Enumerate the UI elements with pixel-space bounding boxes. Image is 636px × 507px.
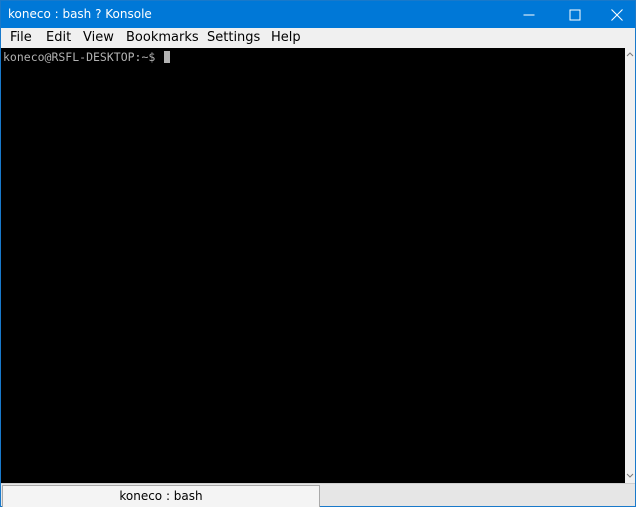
tab-koneco-bash[interactable]: koneco : bash xyxy=(2,485,320,507)
minimize-icon xyxy=(523,14,535,15)
close-button[interactable] xyxy=(598,1,635,28)
scroll-down-arrow-icon[interactable] xyxy=(626,470,634,480)
konsole-window: koneco : bash ? Konsole File Edit View B… xyxy=(0,0,636,507)
close-icon xyxy=(610,8,623,21)
scroll-up-arrow-icon[interactable] xyxy=(626,50,634,60)
maximize-button[interactable] xyxy=(552,1,598,28)
menu-help[interactable]: Help xyxy=(271,30,301,46)
menu-edit[interactable]: Edit xyxy=(46,30,71,46)
shell-prompt: koneco@RSFL-DESKTOP:~$ xyxy=(3,50,163,64)
minimize-button[interactable] xyxy=(506,1,552,28)
text-cursor xyxy=(164,51,171,63)
window-title: koneco : bash ? Konsole xyxy=(8,7,152,21)
menu-bar: File Edit View Bookmarks Settings Help xyxy=(1,28,635,48)
terminal-scrollbar[interactable] xyxy=(625,48,635,483)
prompt-line: koneco@RSFL-DESKTOP:~$ xyxy=(3,50,171,64)
title-bar[interactable]: koneco : bash ? Konsole xyxy=(1,1,635,28)
menu-settings[interactable]: Settings xyxy=(207,30,260,46)
maximize-icon xyxy=(569,9,581,20)
tab-bar: koneco : bash xyxy=(1,483,635,507)
terminal-area[interactable]: koneco@RSFL-DESKTOP:~$ xyxy=(1,48,625,483)
menu-view[interactable]: View xyxy=(83,30,114,46)
menu-file[interactable]: File xyxy=(10,30,32,46)
menu-bookmarks[interactable]: Bookmarks xyxy=(126,30,199,46)
